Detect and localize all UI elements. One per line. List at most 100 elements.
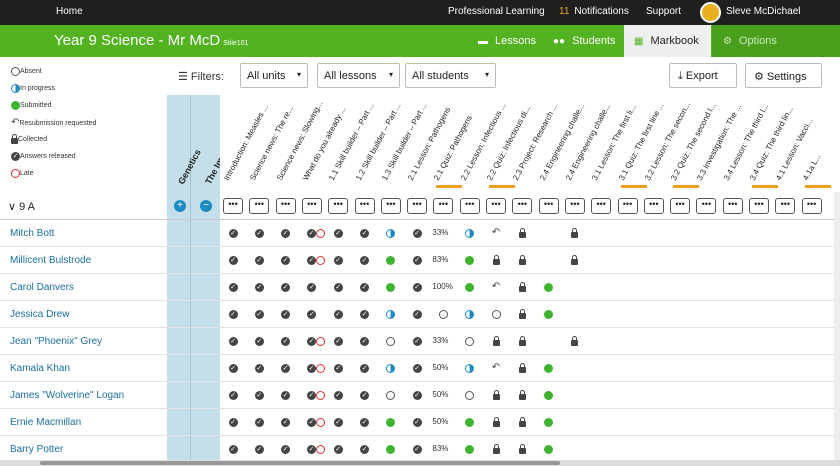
mark-cell[interactable]	[385, 335, 397, 347]
column-menu-button[interactable]: •••	[564, 198, 585, 214]
mark-cell[interactable]: ✓	[306, 227, 326, 239]
column-header[interactable]: 4.1a L...	[801, 152, 823, 182]
expand-icon[interactable]: +	[174, 200, 186, 212]
mark-cell[interactable]: ✓	[359, 335, 371, 347]
user-name[interactable]: Sleve McDichael	[726, 6, 800, 17]
mark-cell[interactable]: ✓	[253, 308, 265, 320]
mark-cell[interactable]	[385, 389, 397, 401]
lessons-dropdown[interactable]: All lessons	[317, 63, 400, 88]
column-menu-button[interactable]: •••	[275, 198, 296, 214]
mark-cell[interactable]: ✓	[253, 443, 265, 455]
mark-cell[interactable]: ✓	[332, 281, 344, 293]
support-link[interactable]: Support	[646, 6, 681, 17]
mark-cell[interactable]	[464, 308, 476, 320]
tab-students[interactable]: ●● Students	[553, 25, 616, 57]
student-name[interactable]: Carol Danvers	[10, 282, 74, 293]
column-menu-button[interactable]: •••	[617, 198, 638, 214]
column-menu-button[interactable]: •••	[486, 198, 506, 214]
mark-cell[interactable]: ✓	[227, 362, 239, 374]
mark-cell[interactable]: ✓	[359, 389, 371, 401]
column-menu-button[interactable]: •••	[354, 198, 375, 214]
mark-cell[interactable]	[516, 443, 528, 455]
mark-cell[interactable]: ✓	[306, 389, 326, 401]
column-menu-button[interactable]: •••	[459, 198, 480, 214]
column-menu-button[interactable]: •••	[775, 198, 796, 214]
mark-cell[interactable]: ✓	[253, 416, 265, 428]
tab-lessons[interactable]: ▬ Lessons	[478, 25, 536, 57]
export-button[interactable]: ⤓ Export	[669, 63, 737, 88]
mark-cell[interactable]: ✓	[411, 227, 423, 239]
mark-cell[interactable]: ↶	[490, 281, 502, 293]
mark-cell[interactable]: ✓	[280, 227, 292, 239]
column-menu-button[interactable]: •••	[407, 198, 428, 214]
column-menu-button[interactable]: •••	[538, 198, 559, 214]
score-value[interactable]: 50%	[432, 417, 448, 426]
mark-cell[interactable]: ✓	[332, 254, 344, 266]
mark-cell[interactable]: ✓	[411, 281, 423, 293]
scrollbar-thumb[interactable]	[40, 461, 560, 465]
student-name[interactable]: Barry Potter	[10, 444, 63, 455]
column-menu-button[interactable]: •••	[433, 198, 454, 214]
mark-cell[interactable]	[516, 335, 528, 347]
students-dropdown[interactable]: All students	[405, 63, 496, 88]
vertical-scrollbar[interactable]	[834, 192, 840, 460]
mark-cell[interactable]: ✓	[359, 281, 371, 293]
column-menu-button[interactable]: •••	[591, 198, 612, 214]
mark-cell[interactable]	[385, 362, 397, 374]
mark-cell[interactable]: ✓	[332, 389, 344, 401]
student-name[interactable]: Ernie Macmillan	[10, 417, 81, 428]
column-menu-button[interactable]: •••	[643, 198, 664, 214]
mark-cell[interactable]: ✓	[306, 362, 326, 374]
mark-cell[interactable]	[516, 227, 528, 239]
mark-cell[interactable]	[490, 254, 502, 266]
mark-cell[interactable]: ✓	[227, 389, 239, 401]
mark-cell[interactable]: ✓	[227, 227, 239, 239]
units-dropdown[interactable]: All units	[240, 63, 308, 88]
settings-button[interactable]: ⚙ Settings	[745, 63, 822, 88]
mark-cell[interactable]	[385, 443, 397, 455]
mark-cell[interactable]: ✓	[306, 254, 326, 266]
mark-cell[interactable]: ✓	[280, 335, 292, 347]
mark-cell[interactable]: ✓	[227, 281, 239, 293]
mark-cell[interactable]: ✓	[306, 335, 326, 347]
mark-cell[interactable]	[464, 227, 476, 239]
mark-cell[interactable]	[490, 443, 502, 455]
column-menu-button[interactable]: •••	[749, 198, 769, 214]
mark-cell[interactable]	[385, 308, 397, 320]
mark-cell[interactable]: ✓	[411, 362, 423, 374]
mark-cell[interactable]: ✓	[411, 308, 423, 320]
score-value[interactable]: 33%	[432, 336, 448, 345]
column-menu-button[interactable]: •••	[512, 198, 533, 214]
mark-cell[interactable]	[490, 308, 502, 320]
tab-options[interactable]: ⚙ Options	[712, 25, 840, 57]
mark-cell[interactable]: ✓	[253, 362, 265, 374]
mark-cell[interactable]: ✓	[280, 389, 292, 401]
mark-cell[interactable]	[516, 308, 528, 320]
column-menu-button[interactable]: •••	[722, 198, 743, 214]
mark-cell[interactable]	[490, 416, 502, 428]
mark-cell[interactable]	[490, 389, 502, 401]
horizontal-scrollbar[interactable]	[0, 460, 840, 466]
home-link[interactable]: Home	[56, 6, 83, 17]
mark-cell[interactable]: ✓	[411, 389, 423, 401]
collapse-icon[interactable]: −	[200, 200, 212, 212]
score-value[interactable]: 83%	[432, 444, 448, 453]
mark-cell[interactable]: ✓	[359, 227, 371, 239]
column-menu-button[interactable]: •••	[696, 198, 717, 214]
score-value[interactable]: 50%	[432, 363, 448, 372]
mark-cell[interactable]	[464, 254, 476, 266]
column-header[interactable]: Introduction: Measles ...	[222, 103, 270, 182]
mark-cell[interactable]: ✓	[411, 335, 423, 347]
mark-cell[interactable]	[385, 254, 397, 266]
mark-cell[interactable]: ✓	[359, 362, 371, 374]
professional-learning-link[interactable]: Professional Learning	[448, 6, 545, 17]
mark-cell[interactable]: ✓	[280, 281, 292, 293]
mark-cell[interactable]	[464, 389, 476, 401]
mark-cell[interactable]: ✓	[411, 254, 423, 266]
mark-cell[interactable]	[516, 389, 528, 401]
score-value[interactable]: 100%	[432, 282, 452, 291]
avatar[interactable]	[700, 2, 721, 23]
student-name[interactable]: Kamala Khan	[10, 363, 70, 374]
mark-cell[interactable]: ✓	[227, 254, 239, 266]
mark-cell[interactable]: ✓	[306, 308, 318, 320]
